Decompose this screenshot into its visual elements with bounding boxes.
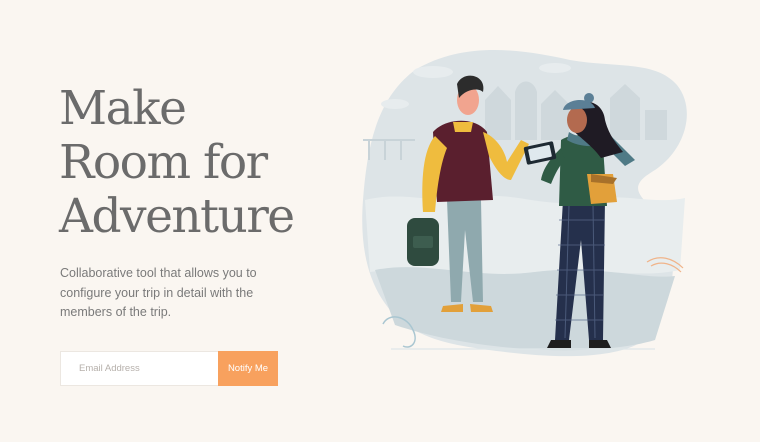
signup-form: Notify Me xyxy=(60,351,278,386)
hero-title: Make Room for Adventure xyxy=(59,82,339,244)
travelers-illustration xyxy=(362,50,687,357)
hero-title-line-2: Room for xyxy=(59,135,268,190)
notify-me-button[interactable]: Notify Me xyxy=(218,351,278,386)
hero-title-line-3: Adventure xyxy=(59,189,295,244)
email-input[interactable] xyxy=(60,351,218,386)
hero-title-line-1: Make xyxy=(59,81,187,136)
background-hills-low xyxy=(375,267,675,351)
hero-description: Collaborative tool that allows you to co… xyxy=(60,266,257,319)
